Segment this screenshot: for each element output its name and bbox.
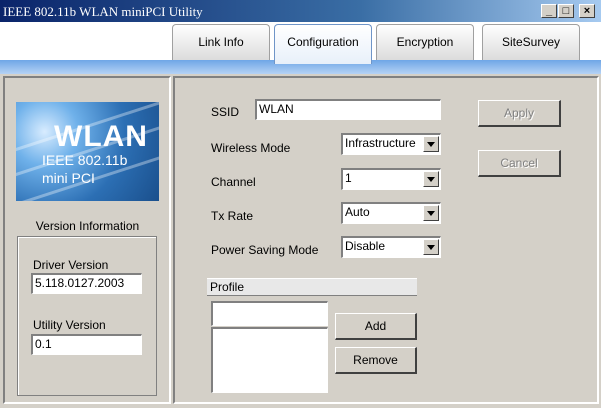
version-info-title: Version Information	[35, 219, 140, 233]
tx-rate-select[interactable]: Auto	[341, 202, 441, 224]
logo-main-text: WLAN	[54, 120, 148, 153]
power-saving-value: Disable	[345, 239, 386, 253]
close-button[interactable]: ×	[579, 4, 595, 18]
wireless-mode-value: Infrastructure	[345, 136, 416, 150]
power-saving-label: Power Saving Mode	[211, 243, 319, 257]
driver-version-label: Driver Version	[33, 258, 109, 272]
channel-select[interactable]: 1	[341, 168, 441, 190]
cancel-button[interactable]: Cancel	[478, 150, 561, 177]
maximize-button[interactable]: □	[558, 4, 574, 18]
close-icon: ×	[583, 5, 591, 17]
logo-line1: IEEE 802.11b	[42, 152, 128, 168]
ssid-label: SSID	[211, 105, 240, 119]
chevron-down-icon[interactable]	[423, 171, 439, 187]
chevron-down-icon[interactable]	[423, 205, 439, 221]
wireless-mode-select[interactable]: Infrastructure	[341, 133, 441, 155]
minimize-button[interactable]: _	[541, 4, 557, 18]
driver-version-field: 5.118.0127.2003	[31, 273, 142, 294]
profile-name-input[interactable]	[211, 301, 328, 326]
wireless-mode-label: Wireless Mode	[211, 141, 291, 155]
channel-label: Channel	[211, 175, 256, 189]
chevron-down-icon[interactable]	[423, 239, 439, 255]
chevron-down-icon[interactable]	[423, 136, 439, 152]
tab-configuration[interactable]: Configuration	[274, 24, 372, 64]
channel-value: 1	[345, 171, 352, 185]
add-profile-button[interactable]: Add	[335, 313, 417, 340]
tx-rate-value: Auto	[345, 205, 370, 219]
wlan-logo: WLAN IEEE 802.11b mini PCI	[16, 102, 159, 201]
profile-heading: Profile	[207, 278, 417, 296]
tx-rate-label: Tx Rate	[211, 209, 254, 223]
window-title: IEEE 802.11b WLAN miniPCI Utility	[3, 4, 203, 19]
utility-version-field: 0.1	[31, 334, 142, 355]
tab-link-info[interactable]: Link Info	[172, 24, 270, 60]
profile-list[interactable]	[211, 327, 328, 393]
power-saving-select[interactable]: Disable	[341, 236, 441, 258]
tab-encryption[interactable]: Encryption	[376, 24, 474, 60]
maximize-icon: □	[562, 5, 570, 17]
ssid-input[interactable]: WLAN	[255, 99, 441, 120]
apply-button[interactable]: Apply	[478, 100, 561, 127]
remove-profile-button[interactable]: Remove	[335, 347, 417, 374]
logo-line2: mini PCI	[42, 170, 95, 186]
minimize-icon: _	[545, 5, 553, 17]
tab-site-survey[interactable]: SiteSurvey	[482, 24, 580, 60]
utility-version-label: Utility Version	[33, 318, 106, 332]
title-bar: IEEE 802.11b WLAN miniPCI Utility _ □ ×	[0, 0, 601, 22]
